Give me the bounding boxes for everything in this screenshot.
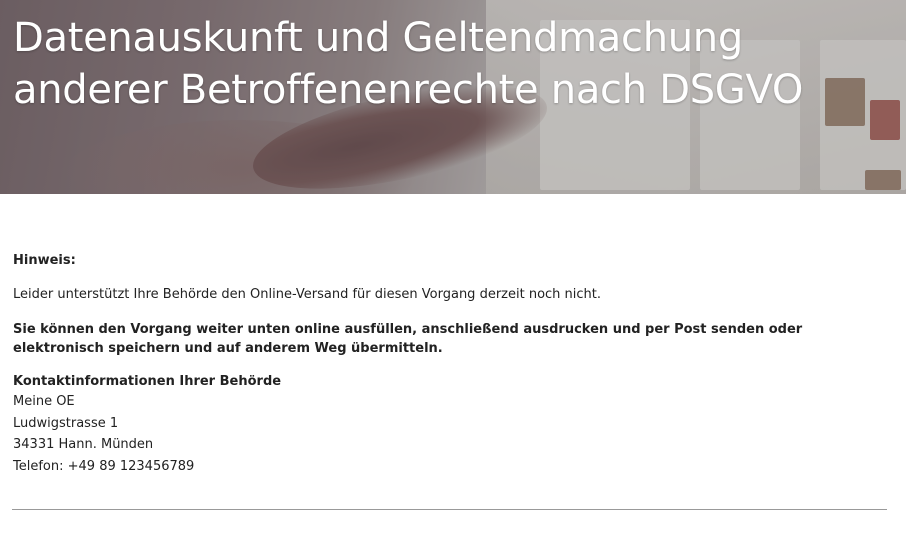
header-banner: Datenauskunft und Geltendmachung anderer… — [0, 0, 906, 194]
page-title: Datenauskunft und Geltendmachung anderer… — [13, 12, 873, 116]
notice-section: Hinweis: Leider unterstützt Ihre Behörde… — [13, 252, 887, 477]
contact-heading: Kontaktinformationen Ihrer Behörde — [13, 374, 282, 389]
page-title-line-2: anderer Betroffenenrechte nach DSGVO — [13, 67, 804, 113]
page-title-line-1: Datenauskunft und Geltendmachung — [13, 15, 743, 61]
notice-label: Hinweis: — [13, 253, 76, 268]
contact-phone: Telefon: +49 89 123456789 — [13, 458, 195, 474]
section-divider — [12, 509, 887, 510]
contact-city: 34331 Hann. Münden — [13, 437, 154, 452]
contact-street: Ludwigstrasse 1 — [13, 415, 119, 431]
notice-info-text: Leider unterstützt Ihre Behörde den Onli… — [13, 287, 602, 302]
notice-instruction-text: Sie können den Vorgang weiter unten onli… — [13, 322, 803, 356]
contact-name: Meine OE — [13, 394, 75, 409]
